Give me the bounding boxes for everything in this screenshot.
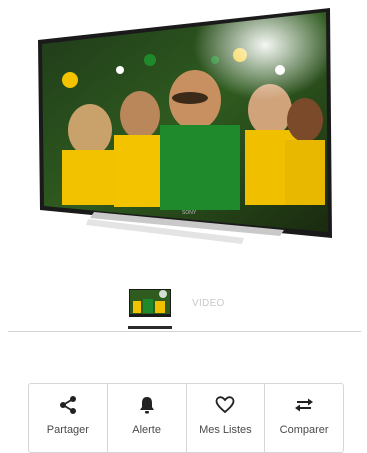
compare-button[interactable]: Comparer — [265, 384, 343, 452]
alert-button[interactable]: Alerte — [108, 384, 187, 452]
gallery-tabs — [0, 285, 367, 335]
my-lists-label: Mes Listes — [199, 424, 252, 436]
alert-label: Alerte — [132, 424, 161, 436]
gallery-tab-video[interactable]: VIDEO — [192, 298, 225, 309]
my-lists-button[interactable]: Mes Listes — [187, 384, 266, 452]
share-button[interactable]: Partager — [29, 384, 108, 452]
divider — [8, 331, 361, 332]
gallery-thumbnail-image[interactable] — [129, 289, 171, 317]
product-actions: Partager Alerte Mes Listes Comparer — [28, 383, 344, 453]
active-tab-indicator — [128, 326, 172, 329]
tv-illustration: SONY — [38, 8, 332, 244]
share-icon — [57, 394, 79, 416]
compare-label: Comparer — [279, 424, 329, 436]
brand-logo: SONY — [182, 210, 197, 216]
compare-arrows-icon — [293, 394, 315, 416]
share-label: Partager — [46, 424, 89, 436]
bell-icon — [136, 394, 158, 416]
product-image[interactable]: SONY — [30, 0, 340, 260]
heart-icon — [214, 394, 236, 416]
